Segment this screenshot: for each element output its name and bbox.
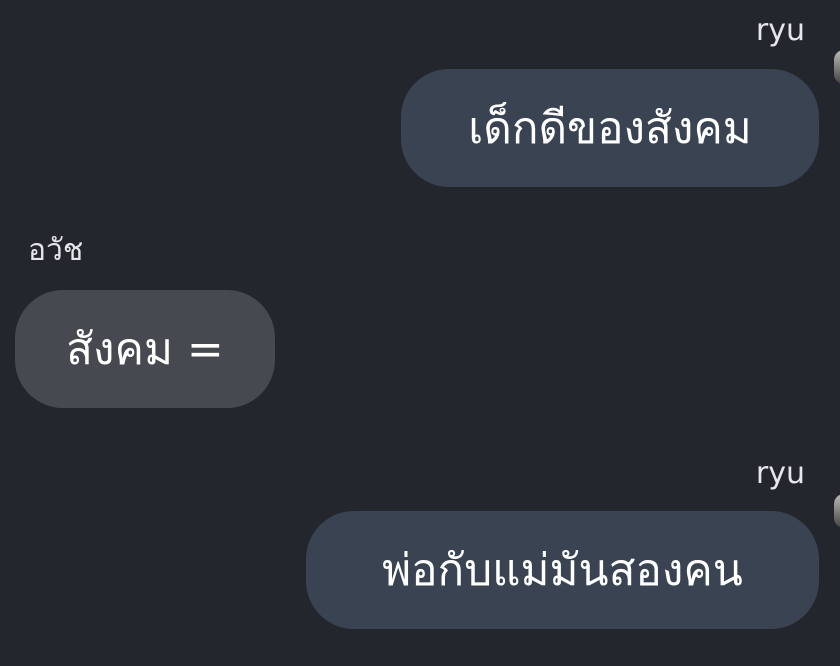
message-text: สังคม = [66,324,224,375]
chat-thread: ryu เด็กดีของสังคม อวัช สังคม = ryu พ่อก… [0,0,840,666]
sender-name: ryu [755,456,805,491]
avatar[interactable] [834,494,840,528]
sender-name: ryu [755,13,805,48]
message-bubble-outgoing[interactable]: พ่อกับแม่มันสองคน [306,511,819,629]
avatar[interactable] [834,50,840,84]
sender-name: อวัช [28,233,84,268]
message-bubble-incoming[interactable]: สังคม = [15,290,275,408]
message-bubble-outgoing[interactable]: เด็กดีของสังคม [401,69,819,187]
message-text: พ่อกับแม่มันสองคน [382,545,743,596]
message-text: เด็กดีของสังคม [468,103,752,154]
